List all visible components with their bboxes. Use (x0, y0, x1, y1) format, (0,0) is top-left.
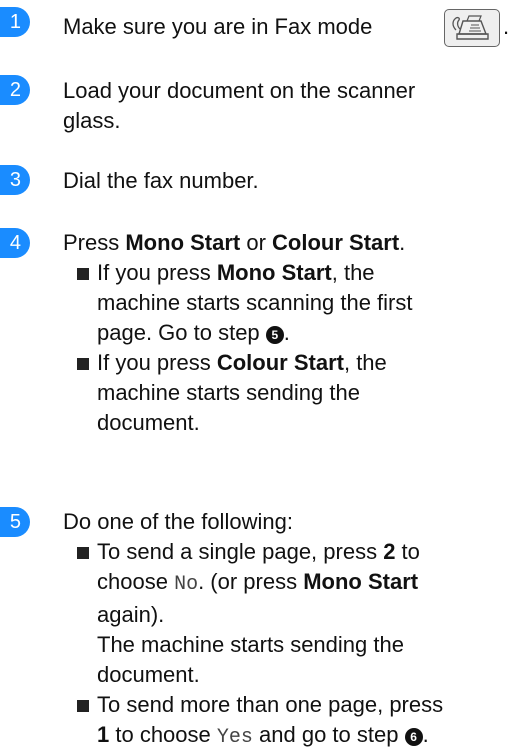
square-bullet-icon (77, 700, 89, 712)
period: . (503, 14, 510, 39)
step-text: Make sure you are in Fax mode (63, 12, 372, 42)
step-number-badge: 1 (0, 7, 30, 37)
step-1: 1 Make sure you are in Fax mode . (0, 7, 529, 47)
step-number-badge: 4 (0, 228, 30, 258)
step-number-badge: 5 (0, 507, 30, 537)
step-3: 3 Dial the fax number. (0, 165, 529, 195)
step-5-ref-icon: 5 (265, 326, 284, 344)
step-text: Dial the fax number. (63, 168, 259, 193)
square-bullet-icon (77, 268, 89, 280)
fax-machine-icon (452, 15, 489, 40)
bullet-list: To send a single page, press 2 to choose… (77, 537, 443, 753)
step-5: 5 Do one of the following: To send a sin… (0, 507, 529, 749)
step-6-ref-icon: 6 (404, 728, 423, 746)
list-item: If you press Mono Start, the machine sta… (77, 258, 412, 348)
bullet-list: If you press Mono Start, the machine sta… (77, 258, 412, 438)
step-text-label: Make sure you are in Fax mode (63, 14, 373, 39)
step-intro: Do one of the following: (63, 509, 293, 534)
list-item: To send a single page, press 2 to choose… (77, 537, 443, 690)
step-4: 4 Press Mono Start or Colour Start. If y… (0, 228, 529, 498)
step-number-badge: 3 (0, 165, 30, 195)
square-bullet-icon (77, 547, 89, 559)
step-intro: Press Mono Start or Colour Start. (63, 230, 406, 255)
step-2: 2 Load your document on the scanner glas… (0, 60, 529, 133)
fax-mode-key (444, 9, 500, 47)
list-item: If you press Colour Start, the machine s… (77, 348, 412, 438)
step-number-badge: 2 (0, 75, 30, 105)
square-bullet-icon (77, 358, 89, 370)
instruction-page: 1 Make sure you are in Fax mode . 2 Load… (0, 0, 529, 749)
step-text: Load your document on the scanner glass. (63, 78, 416, 133)
